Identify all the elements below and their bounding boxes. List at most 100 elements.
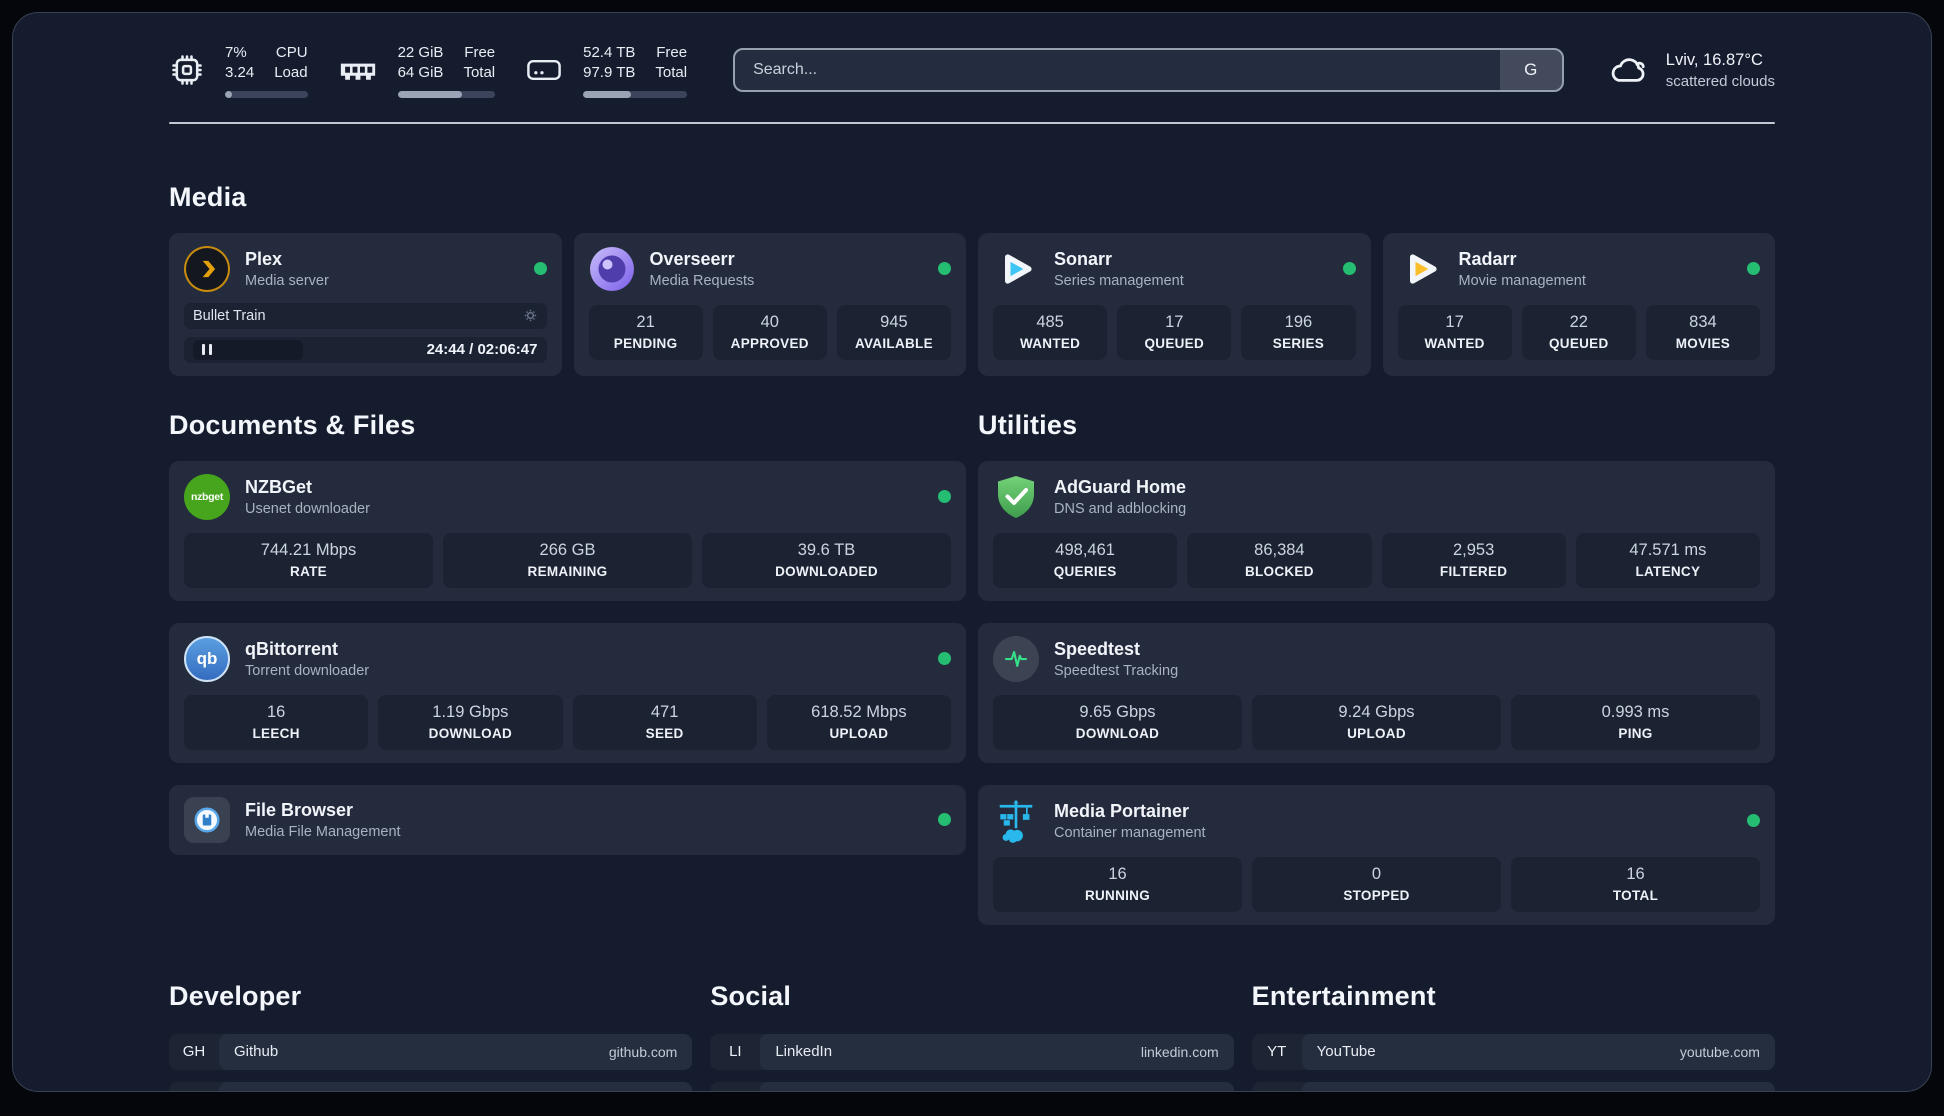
plex-icon bbox=[184, 245, 230, 292]
app-name: Speedtest bbox=[1054, 638, 1141, 659]
app-link-filebrowser[interactable]: File Browser Media File Management bbox=[184, 796, 951, 843]
radarr-icon bbox=[1398, 246, 1444, 292]
bookmarks-entertainment: Entertainment YT YouTube youtube.com NF … bbox=[1251, 980, 1775, 1093]
bookmark-stackoverflow[interactable]: SO StackOverflow stackoverflow.com bbox=[169, 1081, 693, 1093]
memory-icon bbox=[338, 56, 378, 84]
cloud-icon bbox=[1606, 54, 1650, 86]
cpu-load-value: 3.24 bbox=[225, 64, 255, 82]
sonarr-icon bbox=[993, 246, 1039, 292]
system-stats: 7% 3.24 CPU Load 22 GiB 64 GiB Free Tota… bbox=[169, 43, 688, 98]
app-link-adguard[interactable]: AdGuard Home DNS and adblocking bbox=[993, 474, 1760, 520]
bookmark-abbr: SO bbox=[169, 1082, 219, 1092]
pause-button[interactable] bbox=[193, 339, 303, 360]
status-dot bbox=[938, 262, 951, 275]
bookmarks-developer: Developer GH Github github.com SO StackO… bbox=[169, 980, 693, 1093]
section-title-social: Social bbox=[710, 980, 792, 1011]
app-link-plex[interactable]: Plex Media server bbox=[184, 245, 547, 292]
search-input[interactable] bbox=[735, 50, 1500, 91]
app-link-nzbget[interactable]: nzbget NZBGet Usenet downloader bbox=[184, 473, 951, 520]
nzbget-icon: nzbget bbox=[184, 473, 230, 520]
app-card-sonarr: Sonarr Series management 485 WANTED 17 Q… bbox=[978, 232, 1371, 376]
dashboard: 7% 3.24 CPU Load 22 GiB 64 GiB Free Tota… bbox=[12, 12, 1932, 1092]
now-playing-title: Bullet Train bbox=[193, 307, 266, 324]
app-name: File Browser bbox=[245, 799, 354, 820]
app-card-nzbget: nzbget NZBGet Usenet downloader 744.21 M… bbox=[169, 460, 966, 601]
search-engine-button[interactable]: G bbox=[1499, 50, 1562, 91]
bookmarks-social: Social LI LinkedIn linkedin.com TW Twitt… bbox=[710, 980, 1234, 1093]
stat-tile: 21 PENDING bbox=[588, 304, 703, 360]
memory-total-label: Total bbox=[463, 64, 496, 82]
speedtest-icon bbox=[993, 635, 1039, 682]
cpu-icon bbox=[169, 52, 205, 88]
app-link-qbittorrent[interactable]: qb qBittorrent Torrent downloader bbox=[184, 635, 951, 682]
stat-tile: 39.6 TB DOWNLOADED bbox=[702, 532, 951, 588]
app-name: Radarr bbox=[1458, 248, 1517, 269]
app-card-adguard: AdGuard Home DNS and adblocking 498,461 … bbox=[978, 460, 1775, 601]
section-title-media: Media bbox=[169, 181, 247, 212]
app-card-overseerr: Overseerr Media Requests 21 PENDING 40 A… bbox=[573, 232, 966, 376]
app-name: Plex bbox=[245, 248, 283, 269]
bookmark-abbr: LI bbox=[729, 1043, 742, 1060]
weather-condition: scattered clouds bbox=[1665, 72, 1775, 90]
section-title-developer: Developer bbox=[169, 980, 302, 1011]
app-description: Speedtest Tracking bbox=[1054, 662, 1179, 679]
storage-icon bbox=[525, 56, 563, 84]
portainer-icon bbox=[993, 798, 1039, 844]
memory-free-value: 22 GiB bbox=[397, 44, 444, 61]
bookmark-linkedin[interactable]: LI LinkedIn linkedin.com bbox=[710, 1033, 1234, 1070]
cpu-load-label: Load bbox=[274, 64, 308, 82]
bookmark-name: YouTube bbox=[1316, 1043, 1376, 1060]
stat-tile: 47.571 ms LATENCY bbox=[1575, 532, 1760, 588]
status-dot bbox=[1747, 814, 1760, 827]
bookmark-name: StackOverflow bbox=[234, 1091, 331, 1092]
stat-tile: 0.993 ms PING bbox=[1511, 694, 1760, 750]
app-name: Sonarr bbox=[1054, 248, 1113, 269]
section-utilities: Utilities AdGuard Home DNS and adblockin… bbox=[978, 376, 1775, 925]
filebrowser-icon bbox=[184, 796, 230, 843]
status-dot bbox=[1747, 262, 1760, 275]
storage-total-value: 97.9 TB bbox=[583, 64, 636, 82]
cpu-usage-label: CPU bbox=[275, 44, 308, 61]
bookmark-twitter[interactable]: TW Twitter twitter.com bbox=[710, 1081, 1234, 1093]
memory-total-value: 64 GiB bbox=[397, 64, 444, 82]
app-name: qBittorrent bbox=[245, 638, 338, 659]
section-title-entertainment: Entertainment bbox=[1251, 980, 1436, 1011]
app-link-speedtest[interactable]: Speedtest Speedtest Tracking bbox=[993, 635, 1760, 682]
stat-tile: 945 AVAILABLE bbox=[836, 304, 952, 360]
stat-tile: 744.21 Mbps RATE bbox=[184, 532, 433, 588]
app-card-speedtest: Speedtest Speedtest Tracking 9.65 Gbps D… bbox=[978, 622, 1775, 763]
bookmark-youtube[interactable]: YT YouTube youtube.com bbox=[1251, 1033, 1775, 1070]
stat-tile: 618.52 Mbps UPLOAD bbox=[766, 694, 951, 750]
app-link-sonarr[interactable]: Sonarr Series management bbox=[993, 246, 1356, 292]
app-link-overseerr[interactable]: Overseerr Media Requests bbox=[589, 246, 951, 292]
stat-tile: 0 STOPPED bbox=[1252, 856, 1501, 912]
bookmark-github[interactable]: GH Github github.com bbox=[169, 1033, 693, 1070]
stat-tile: 266 GB REMAINING bbox=[443, 532, 692, 588]
app-description: Movie management bbox=[1458, 272, 1586, 289]
weather-widget: Lviv, 16.87°C scattered clouds bbox=[1606, 51, 1775, 90]
bookmark-abbr: GH bbox=[182, 1043, 206, 1060]
bookmark-netflix[interactable]: NF Netflix netflix.com bbox=[1251, 1081, 1775, 1093]
stat-tile: 498,461 QUERIES bbox=[993, 532, 1178, 588]
stat-tile: 86,384 BLOCKED bbox=[1187, 532, 1372, 588]
app-link-portainer[interactable]: Media Portainer Container management bbox=[993, 798, 1760, 844]
app-description: Torrent downloader bbox=[245, 662, 370, 679]
stat-tile: 2,953 FILTERED bbox=[1381, 532, 1566, 588]
bookmark-url: netflix.com bbox=[1693, 1092, 1760, 1093]
qbittorrent-icon: qb bbox=[184, 635, 230, 682]
stat-tile: 17 WANTED bbox=[1397, 304, 1512, 360]
app-link-radarr[interactable]: Radarr Movie management bbox=[1398, 246, 1760, 292]
status-dot bbox=[1342, 262, 1356, 275]
status-dot bbox=[938, 813, 951, 826]
bookmark-abbr: NF bbox=[1252, 1082, 1302, 1092]
section-documents: Documents & Files nzbget NZBGet Usenet d… bbox=[169, 376, 966, 925]
storage-stat: 52.4 TB 97.9 TB Free Total bbox=[525, 43, 688, 98]
stat-tile: 22 QUEUED bbox=[1521, 304, 1636, 360]
bookmark-abbr: YT bbox=[1267, 1043, 1287, 1060]
storage-free-label: Free bbox=[656, 44, 688, 61]
bookmark-url: twitter.com bbox=[1152, 1092, 1219, 1093]
playback-time: 24:44 / 02:06:47 bbox=[426, 341, 538, 358]
gear-icon[interactable] bbox=[523, 308, 538, 323]
stat-tile: 16 LEECH bbox=[184, 694, 369, 750]
bookmark-url: stackoverflow.com bbox=[563, 1092, 677, 1093]
